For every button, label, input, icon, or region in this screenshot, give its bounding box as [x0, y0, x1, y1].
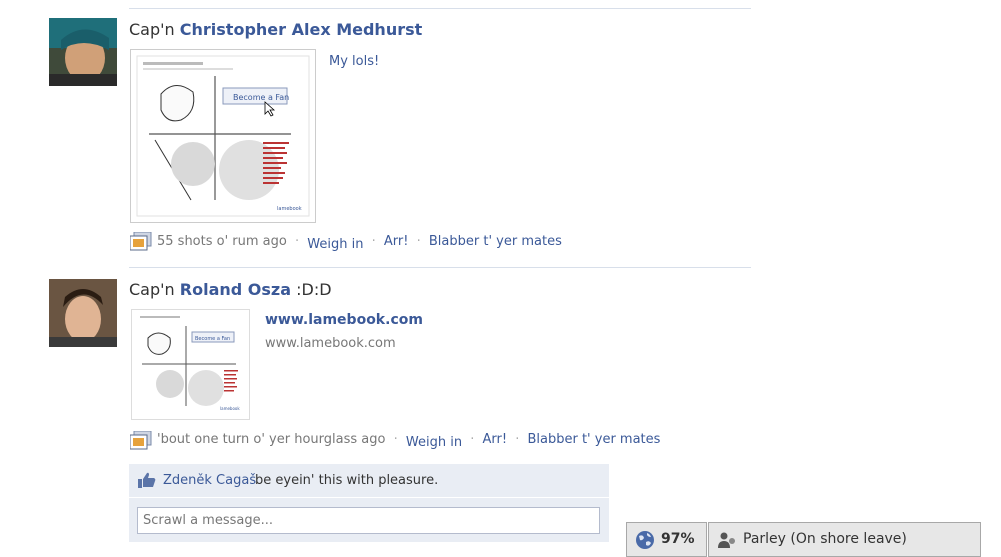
post-caption: My lols! [329, 54, 380, 69]
link-url: www.lamebook.com [265, 336, 396, 351]
timestamp: 'bout one turn o' yer hourglass ago [157, 432, 386, 447]
photo-icon [129, 231, 152, 251]
like-link[interactable]: Arr! [482, 432, 507, 447]
thumb-fan-button-text: Become a Fan [233, 93, 289, 102]
likes-text: be eyein' this with pleasure. [255, 473, 439, 488]
comment-link[interactable]: Weigh in [406, 435, 462, 450]
share-link[interactable]: Blabber t' yer mates [429, 234, 562, 249]
story-header: Cap'n Roland Osza :D:D [129, 280, 332, 299]
avatar-christopher[interactable] [49, 18, 117, 86]
liker-name-link[interactable]: Zdeněk Cagaš [163, 473, 256, 488]
thumb-site-text: lamebook [277, 206, 302, 212]
progress-percent: 97% [661, 531, 695, 547]
comment-input[interactable]: Scrawl a message... [137, 507, 600, 534]
story-meta: 55 shots o' rum ago · Weigh in · Arr! · … [157, 234, 562, 252]
share-link[interactable]: Blabber t' yer mates [527, 432, 660, 447]
captain-prefix: Cap'n [129, 280, 175, 299]
post-status-text: :D:D [296, 280, 332, 299]
progress-indicator[interactable]: 97% [626, 522, 707, 557]
globe-icon [635, 530, 655, 554]
avatar-roland[interactable] [49, 279, 117, 347]
story-divider [129, 267, 751, 268]
story-meta: 'bout one turn o' yer hourglass ago · We… [157, 432, 661, 450]
chat-status-icon [718, 532, 736, 552]
top-divider [129, 8, 751, 9]
comment-area: Scrawl a message... [129, 498, 609, 542]
thumbs-up-icon [138, 472, 156, 492]
chat-label: Parley (On shore leave) [743, 531, 907, 547]
author-name-link[interactable]: Christopher Alex Medhurst [180, 20, 423, 39]
attached-image[interactable]: Become a Fan lamebook [130, 49, 316, 223]
like-link[interactable]: Arr! [384, 234, 409, 249]
story-header: Cap'n Christopher Alex Medhurst [129, 20, 422, 39]
link-thumbnail[interactable]: Become a Fan lamebook [131, 309, 250, 420]
link-title[interactable]: www.lamebook.com [265, 312, 423, 328]
thumb-fan-button-text: Become a Fan [195, 336, 230, 342]
thumb-site-text: lamebook [220, 406, 240, 411]
timestamp: 55 shots o' rum ago [157, 234, 287, 249]
captain-prefix: Cap'n [129, 20, 175, 39]
photo-icon [129, 430, 152, 450]
chat-button[interactable]: Parley (On shore leave) [708, 522, 981, 557]
likes-box: Zdeněk Cagaš be eyein' this with pleasur… [129, 464, 609, 497]
author-name-link[interactable]: Roland Osza [180, 280, 291, 299]
comment-link[interactable]: Weigh in [307, 237, 363, 252]
